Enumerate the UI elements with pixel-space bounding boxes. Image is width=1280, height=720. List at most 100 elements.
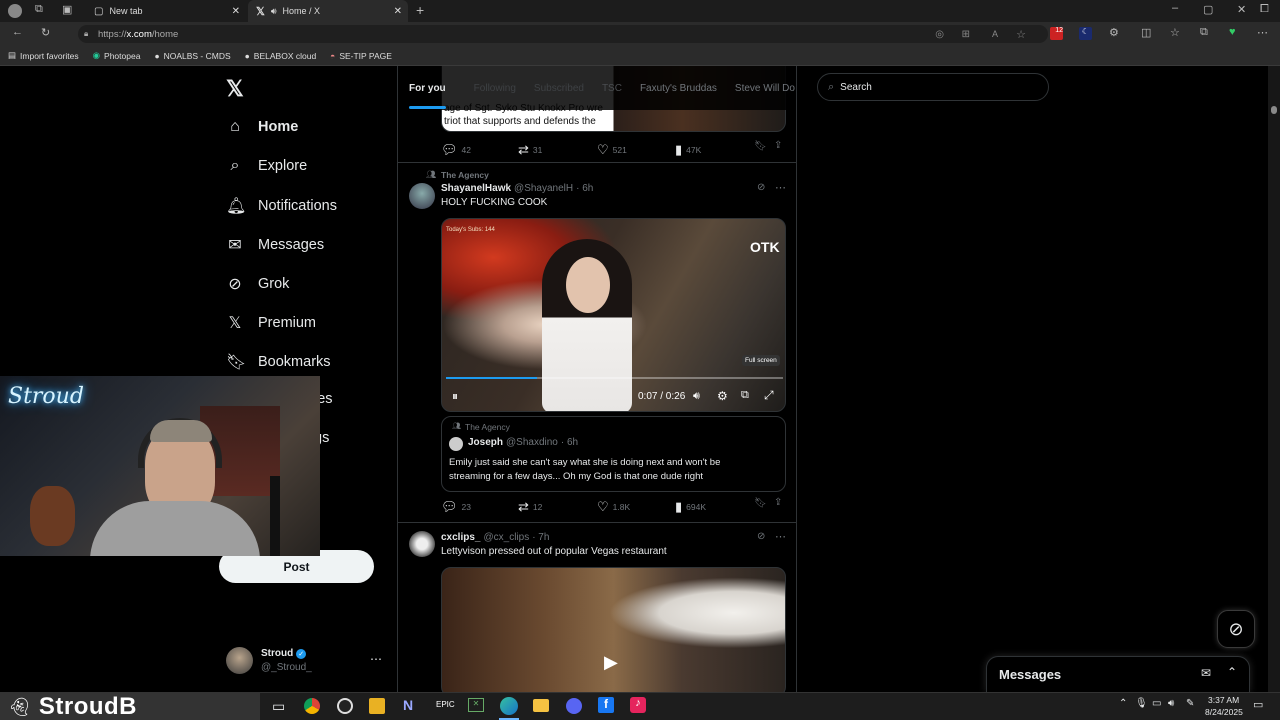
url-field[interactable]: 🔒︎ https://x.com/home ◎ ⊞ A ☆ (78, 25, 1048, 43)
new-tab-button[interactable]: + (416, 2, 424, 18)
bookmark-noalbs[interactable]: ● NOALBS - CMDS (154, 51, 230, 61)
grok-button[interactable]: ⊘ (1217, 610, 1255, 648)
bookmark-belabox[interactable]: ● BELABOX cloud (245, 51, 317, 61)
tab-new-tab[interactable]: ▢ New tab ✕ (86, 0, 246, 22)
epic-icon[interactable]: EPIC (436, 700, 455, 709)
more-icon[interactable]: ⋯ (1257, 26, 1268, 39)
network-icon[interactable]: ▭ (1152, 698, 1161, 709)
tab-tsc[interactable]: TSC (593, 83, 631, 94)
bookmark-icon[interactable]: 🔖︎ (754, 141, 767, 152)
edge-icon[interactable] (500, 697, 518, 715)
quoted-post[interactable]: 👥︎ The Agency Joseph @Shaxdino · 6h Emil… (441, 416, 786, 492)
search-input[interactable]: ⌕ Search (817, 73, 1049, 101)
restore-icon[interactable]: ⧠ (1260, 3, 1269, 16)
page-scrollbar[interactable] (1268, 66, 1280, 692)
extensions-icon[interactable]: ⚙ (1109, 26, 1119, 39)
back-icon[interactable]: ← (12, 26, 23, 38)
close-icon[interactable]: ✕ (232, 6, 240, 17)
share-icon[interactable]: ⇪ (774, 497, 782, 508)
x-logo-icon[interactable]: 𝕏 (226, 76, 244, 102)
post-time[interactable]: · 7h (532, 532, 549, 543)
obs-icon[interactable] (337, 698, 353, 714)
post-video[interactable]: ▶ (441, 567, 786, 692)
tab-faxutys-bruddas[interactable]: Faxuty's Bruddas (631, 83, 726, 94)
read-aloud-icon[interactable]: A (992, 29, 998, 39)
heartbeat-icon[interactable]: ♥ (1229, 26, 1236, 38)
share-icon[interactable]: ⇪ (774, 140, 782, 151)
messages-drawer[interactable]: Messages ✉ ⌃ (986, 656, 1250, 692)
bookmark-se-tip[interactable]: ◓ SE-TIP PAGE (330, 51, 392, 61)
tab-actions-icon[interactable]: ▣ (62, 3, 72, 16)
chrome-icon[interactable] (304, 698, 320, 714)
bookmark-icon[interactable]: 🔖︎ (754, 498, 767, 509)
tab-for-you[interactable]: For you (400, 83, 455, 109)
scroll-thumb[interactable] (1271, 106, 1277, 114)
tab-following[interactable]: Following (465, 83, 525, 94)
account-switcher[interactable]: Stroud ✓ @_Stroud_ ⋯ (226, 645, 386, 677)
store-icon[interactable] (369, 698, 385, 714)
grok-icon[interactable]: ⊘ (757, 531, 765, 542)
reply-button[interactable]: 💬︎ 42 (441, 142, 471, 158)
post[interactable]: cxclips_ @cx_clips · 7h ⊘ ⋯ Lettyvison p… (398, 523, 796, 692)
author-name[interactable]: ShayanelHawk (441, 183, 511, 194)
tab-subscribed[interactable]: Subscribed (525, 83, 593, 94)
reply-button[interactable]: 💬︎ 23 (441, 499, 471, 515)
file-explorer-icon[interactable] (533, 699, 549, 712)
more-icon[interactable]: ⋯ (775, 530, 786, 543)
sidebar-item-home[interactable]: ⌂ Home (226, 118, 298, 136)
pip-icon[interactable]: ⧉ (741, 389, 749, 402)
pen-icon[interactable]: ✎ (1186, 698, 1194, 709)
workspaces-icon[interactable]: ⧉ (35, 3, 43, 16)
sidebar-item-messages[interactable]: ✉ Messages (226, 235, 324, 255)
avatar[interactable] (409, 183, 435, 209)
task-view-icon[interactable]: ▭ (272, 698, 285, 715)
terminal-icon[interactable]: ✕ (468, 698, 484, 712)
mic-icon[interactable]: 🎙︎ (1135, 698, 1148, 709)
settings-icon[interactable]: ⚙ (717, 389, 728, 403)
collapse-icon[interactable]: ⌃ (1227, 665, 1237, 679)
clock-date[interactable]: 8/24/2025 (1205, 707, 1243, 717)
sidebar-item-grok[interactable]: ⊘ Grok (226, 274, 289, 294)
extension-badge-icon[interactable]: 12 (1050, 27, 1063, 40)
favorite-star-icon[interactable]: ☆ (1016, 28, 1026, 41)
new-message-icon[interactable]: ✉ (1201, 666, 1211, 680)
more-icon[interactable]: ⋯ (370, 652, 382, 666)
sidebar-item-explore[interactable]: ⌕ Explore (226, 157, 308, 175)
sidebar-item-bookmarks[interactable]: 🔖︎ Bookmarks (226, 352, 331, 372)
video-progress-track[interactable] (446, 377, 783, 379)
volume-icon[interactable]: 🔊︎ (693, 390, 700, 403)
discord-icon[interactable] (566, 698, 582, 714)
bookmark-import-favorites[interactable]: ▤ Import favorites (8, 50, 79, 61)
views-button[interactable]: ▮ 694K (675, 499, 706, 515)
volume-icon[interactable]: 🔊︎ (1168, 698, 1174, 709)
post[interactable]: 👥︎ The Agency ShayanelHawk @ShayanelH · … (398, 163, 796, 523)
pause-icon[interactable]: ⏸ (452, 389, 458, 404)
location-icon[interactable]: ◎ (935, 29, 944, 40)
notion-icon[interactable]: N (403, 697, 413, 713)
refresh-icon[interactable]: ↻ (41, 26, 50, 39)
author-handle[interactable]: @ShayanelH (514, 183, 573, 194)
tab-steve-will-do[interactable]: Steve Will Do (726, 83, 796, 94)
fullscreen-icon[interactable]: ⤢ (764, 388, 774, 403)
tray-chevron-icon[interactable]: ⌃ (1119, 698, 1127, 709)
author-name[interactable]: cxclips_ (441, 532, 480, 543)
play-icon[interactable]: ▶ (604, 652, 618, 673)
views-button[interactable]: ▮ 47K (675, 142, 701, 158)
apps-icon[interactable]: ⊞ (962, 29, 970, 40)
sidebar-item-notifications[interactable]: 🔔︎ Notifications (226, 196, 337, 216)
sidebar-item-premium[interactable]: 𝕏 Premium (226, 313, 316, 333)
repost-button[interactable]: ⇄ 31 (518, 142, 542, 158)
maximize-icon[interactable]: ▢ (1203, 3, 1213, 16)
extension-moon-icon[interactable]: ☾ (1079, 27, 1092, 40)
like-button[interactable]: ♡ 521 (597, 142, 627, 158)
video-player[interactable]: Today's Subs: 144 OTK Full screen ⏸ 0:07… (441, 218, 786, 412)
speaker-icon[interactable]: 🔊︎ (271, 6, 277, 17)
minimize-icon[interactable]: – (1172, 2, 1178, 14)
facebook-icon[interactable]: f (598, 697, 614, 713)
avatar[interactable] (409, 531, 435, 557)
profile-icon[interactable] (8, 4, 22, 18)
split-screen-icon[interactable]: ◫ (1141, 26, 1151, 39)
author-handle[interactable]: @cx_clips (483, 532, 529, 543)
tab-home-x[interactable]: 𝕏 🔊︎ Home / X ✕ (248, 0, 408, 22)
collections-icon[interactable]: ⧉ (1200, 26, 1208, 39)
